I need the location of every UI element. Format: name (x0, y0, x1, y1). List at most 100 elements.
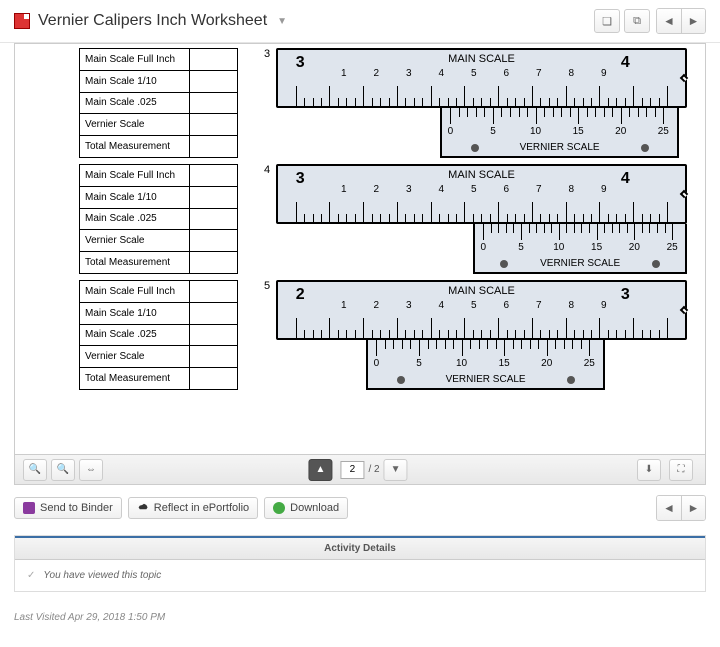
viewed-topic-label: You have viewed this topic (43, 570, 161, 581)
table-row-label: Vernier Scale (80, 230, 190, 252)
vernier-tick-label: 0 (448, 126, 454, 137)
last-visited-label: Last Visited (14, 612, 68, 623)
download-pdf-button[interactable]: ⬇ (637, 459, 661, 481)
vernier-tick-label: 25 (658, 126, 669, 137)
title-bar: Vernier Calipers Inch Worksheet ▼ ❏ ⧉ ◄ … (0, 0, 720, 43)
question-number: 4 (264, 164, 272, 274)
vernier-tick-label: 20 (541, 358, 552, 369)
table-row-value (190, 368, 238, 390)
vernier-screw-icon (471, 144, 479, 152)
binder-icon (23, 502, 35, 514)
table-row-value (190, 165, 238, 187)
dropdown-caret-icon[interactable]: ▼ (277, 16, 287, 27)
bottom-nav-prev-next: ◄ ► (656, 495, 706, 521)
table-row-label: Total Measurement (80, 368, 190, 390)
vernier-tick-label: 20 (629, 242, 640, 253)
vernier-tick-label: 15 (499, 358, 510, 369)
reflect-label: Reflect in ePortfolio (154, 502, 249, 514)
last-visited-timestamp: Apr 29, 2018 1:50 PM (68, 612, 165, 623)
activity-details-heading: Activity Details (15, 536, 705, 560)
worksheet-row: Main Scale Full InchMain Scale 1/10Main … (79, 164, 687, 274)
main-scale: MAIN SCALE34123456789 (276, 48, 687, 108)
last-visited: Last Visited Apr 29, 2018 1:50 PM (0, 602, 720, 643)
main-scale-inch-right: 4 (621, 54, 630, 72)
popout-button[interactable]: ⧉ (624, 9, 650, 33)
measurement-table: Main Scale Full InchMain Scale 1/10Main … (79, 280, 238, 390)
main-scale-inch-left: 3 (296, 54, 305, 72)
page-down-button[interactable]: ▼ (384, 459, 408, 481)
pdf-viewer: Main Scale Full InchMain Scale 1/10Main … (14, 43, 706, 485)
table-row-label: Main Scale 1/10 (80, 302, 190, 324)
vernier-scale: 0510152025VERNIER SCALE (366, 340, 604, 390)
fit-width-button[interactable]: ⇔ (79, 459, 103, 481)
nav-prev-next: ◄ ► (656, 8, 706, 34)
table-row-label: Total Measurement (80, 136, 190, 158)
binder-label: Send to Binder (40, 502, 113, 514)
caliper-diagram: MAIN SCALE341234567890510152025VERNIER S… (276, 164, 687, 274)
worksheet-row: Main Scale Full InchMain Scale 1/10Main … (79, 280, 687, 390)
vernier-tick-label: 10 (530, 126, 541, 137)
reflect-eportfolio-button[interactable]: Reflect in ePortfolio (128, 497, 258, 519)
table-row-value (190, 49, 238, 71)
table-row-value (190, 208, 238, 230)
main-scale-inch-left: 3 (296, 170, 305, 188)
send-to-binder-button[interactable]: Send to Binder (14, 497, 122, 519)
page-up-button[interactable]: ▲ (308, 459, 332, 481)
pdf-icon (14, 13, 30, 29)
question-number: 5 (264, 280, 272, 390)
vernier-screw-icon (567, 376, 575, 384)
next-topic-button[interactable]: ► (681, 9, 705, 33)
table-row-value (190, 136, 238, 158)
table-row-label: Main Scale .025 (80, 208, 190, 230)
download-button[interactable]: Download (264, 497, 348, 519)
table-row-value (190, 324, 238, 346)
table-row-value (190, 92, 238, 114)
table-row-label: Main Scale 1/10 (80, 70, 190, 92)
pdf-page: Main Scale Full InchMain Scale 1/10Main … (15, 44, 705, 454)
bottom-prev-button[interactable]: ◄ (657, 496, 681, 520)
fullscreen-button[interactable]: ⛶ (669, 459, 693, 481)
table-row-label: Main Scale .025 (80, 324, 190, 346)
bookmark-button[interactable]: ❏ (594, 9, 620, 33)
vernier-tick-label: 0 (480, 242, 486, 253)
bottom-next-button[interactable]: ► (681, 496, 705, 520)
table-row-label: Vernier Scale (80, 346, 190, 368)
table-row-value (190, 230, 238, 252)
vernier-tick-label: 15 (573, 126, 584, 137)
table-row-label: Main Scale 1/10 (80, 186, 190, 208)
question-number: 3 (264, 48, 272, 158)
vernier-screw-icon (652, 260, 660, 268)
zoom-in-button[interactable]: 🔍 (51, 459, 75, 481)
vernier-tick-label: 10 (553, 242, 564, 253)
main-scale-inch-left: 2 (296, 286, 305, 304)
vernier-tick-label: 0 (374, 358, 380, 369)
vernier-scale: 0510152025VERNIER SCALE (473, 224, 687, 274)
table-row-value (190, 346, 238, 368)
table-row-label: Main Scale Full Inch (80, 165, 190, 187)
table-row-value (190, 281, 238, 303)
main-scale: MAIN SCALE34123456789 (276, 164, 687, 224)
vernier-tick-label: 25 (667, 242, 678, 253)
cloud-icon (137, 502, 149, 514)
vernier-scale: 0510152025VERNIER SCALE (440, 108, 678, 158)
vernier-tick-label: 25 (584, 358, 595, 369)
table-row-value (190, 252, 238, 274)
prev-topic-button[interactable]: ◄ (657, 9, 681, 33)
table-row-label: Vernier Scale (80, 114, 190, 136)
worksheet-row: Main Scale Full InchMain Scale 1/10Main … (79, 48, 687, 158)
vernier-tick-label: 5 (518, 242, 524, 253)
page-number-input[interactable] (340, 461, 364, 479)
measurement-table: Main Scale Full InchMain Scale 1/10Main … (79, 164, 238, 274)
table-row-label: Main Scale Full Inch (80, 281, 190, 303)
check-icon: ✓ (27, 570, 35, 581)
table-row-label: Total Measurement (80, 252, 190, 274)
main-scale: MAIN SCALE23123456789 (276, 280, 687, 340)
main-scale-inch-right: 3 (621, 286, 630, 304)
vernier-screw-icon (641, 144, 649, 152)
main-scale-inch-right: 4 (621, 170, 630, 188)
table-row-value (190, 70, 238, 92)
download-label: Download (290, 502, 339, 514)
zoom-out-button[interactable]: 🔍 (23, 459, 47, 481)
caliper-diagram: MAIN SCALE231234567890510152025VERNIER S… (276, 280, 687, 390)
table-row-label: Main Scale Full Inch (80, 49, 190, 71)
